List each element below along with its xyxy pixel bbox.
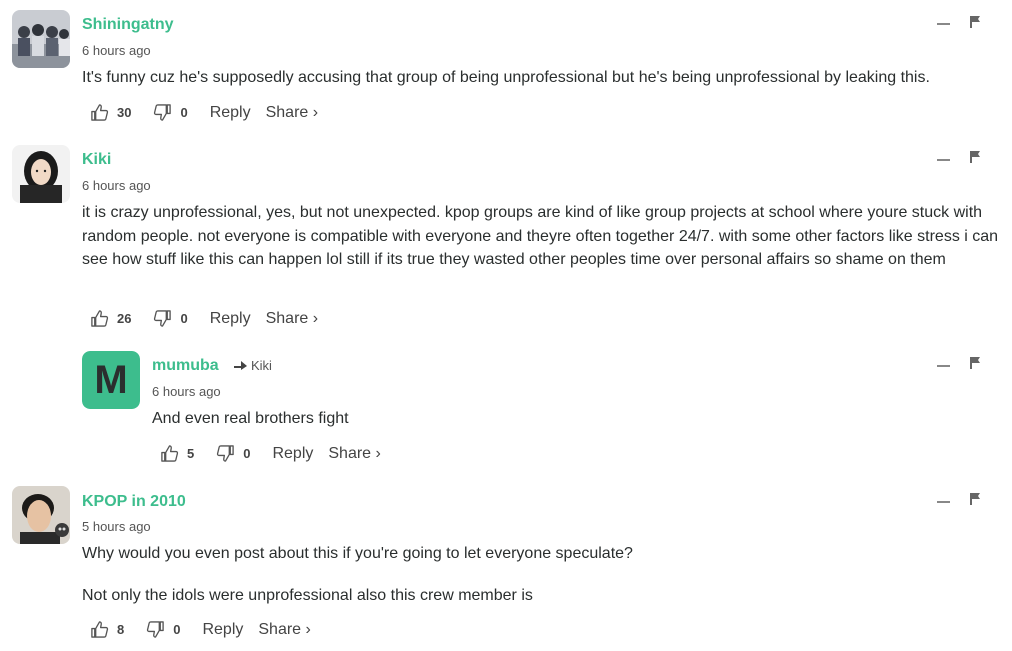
comment-body: it is crazy unprofessional, yes, but not… xyxy=(82,201,1002,290)
reply-button[interactable]: Reply xyxy=(210,310,251,328)
comment-paragraph: Not only the idols were unprofessional a… xyxy=(82,586,533,604)
share-button[interactable]: Share › xyxy=(266,104,318,122)
downvote-count: 0 xyxy=(180,105,188,120)
thumbs-down-icon xyxy=(147,621,164,638)
downvote-button[interactable]: 0 xyxy=(153,309,188,328)
comment-body: And even real brothers fight xyxy=(152,407,992,449)
comment-actions: 26 0 Reply Share › xyxy=(90,309,333,328)
thumbs-down-icon xyxy=(154,104,172,121)
downvote-button[interactable]: 0 xyxy=(153,103,188,122)
comment-author[interactable]: mumuba xyxy=(152,357,219,375)
avatar[interactable] xyxy=(12,145,70,203)
flag-icon[interactable] xyxy=(970,493,981,505)
reply-arrow-icon xyxy=(234,360,247,370)
thumbs-up-icon xyxy=(161,445,179,462)
upvote-count: 30 xyxy=(117,105,132,120)
upvote-button[interactable]: 26 xyxy=(90,309,131,328)
thumbs-down-icon xyxy=(217,445,234,462)
comment-author[interactable]: Kiki xyxy=(82,151,111,169)
thumbs-down-icon xyxy=(154,310,172,327)
comment-body: It's funny cuz he's supposedly accusing … xyxy=(82,66,1002,108)
flag-icon[interactable] xyxy=(970,151,981,163)
comment-timestamp[interactable]: 6 hours ago xyxy=(82,43,151,58)
share-button[interactable]: Share › xyxy=(266,310,318,328)
avatar[interactable] xyxy=(12,486,70,544)
reply-button[interactable]: Reply xyxy=(202,621,243,639)
upvote-count: 26 xyxy=(117,311,132,326)
flag-icon[interactable] xyxy=(970,357,981,369)
share-button[interactable]: Share › xyxy=(258,621,310,639)
avatar[interactable]: M xyxy=(82,351,140,409)
upvote-button[interactable]: 30 xyxy=(90,103,131,122)
thumbs-up-icon xyxy=(91,310,109,327)
thumbs-up-icon xyxy=(91,104,109,121)
comment-paragraph: It's funny cuz he's supposedly accusing … xyxy=(82,69,930,86)
comment-actions: 5 0 Reply Share › xyxy=(160,444,396,463)
reply-to-indicator[interactable]: Kiki xyxy=(234,358,272,373)
upvote-button[interactable]: 5 xyxy=(160,444,194,463)
comment-body: Why would you even post about this if yo… xyxy=(82,542,1002,625)
comment-actions: 30 0 Reply Share › xyxy=(90,103,333,122)
avatar[interactable] xyxy=(12,10,70,68)
reply-button[interactable]: Reply xyxy=(210,104,251,122)
minimize-icon[interactable] xyxy=(937,501,950,503)
comment-timestamp[interactable]: 6 hours ago xyxy=(152,384,221,399)
comment-author[interactable]: Shiningatny xyxy=(82,16,174,34)
upvote-count: 8 xyxy=(117,622,125,637)
downvote-count: 0 xyxy=(243,446,251,461)
minimize-icon[interactable] xyxy=(937,365,950,367)
comment-timestamp[interactable]: 6 hours ago xyxy=(82,178,151,193)
comment-timestamp[interactable]: 5 hours ago xyxy=(82,519,151,534)
upvote-button[interactable]: 8 xyxy=(90,620,124,639)
downvote-button[interactable]: 0 xyxy=(216,444,250,463)
comment-paragraph: Why would you even post about this if yo… xyxy=(82,545,633,562)
comment-actions: 8 0 Reply Share › xyxy=(90,620,326,639)
downvote-button[interactable]: 0 xyxy=(146,620,180,639)
comment-author[interactable]: KPOP in 2010 xyxy=(82,493,186,511)
minimize-icon[interactable] xyxy=(937,23,950,25)
share-button[interactable]: Share › xyxy=(328,445,380,463)
thumbs-up-icon xyxy=(91,621,109,638)
minimize-icon[interactable] xyxy=(937,159,950,161)
downvote-count: 0 xyxy=(173,622,181,637)
reply-to-name: Kiki xyxy=(251,358,272,373)
reply-button[interactable]: Reply xyxy=(272,445,313,463)
avatar-letter: M xyxy=(82,351,140,409)
comment-paragraph: And even real brothers fight xyxy=(152,410,349,427)
flag-icon[interactable] xyxy=(970,16,981,28)
comment-paragraph: it is crazy unprofessional, yes, but not… xyxy=(82,204,999,268)
downvote-count: 0 xyxy=(180,311,188,326)
upvote-count: 5 xyxy=(187,446,195,461)
